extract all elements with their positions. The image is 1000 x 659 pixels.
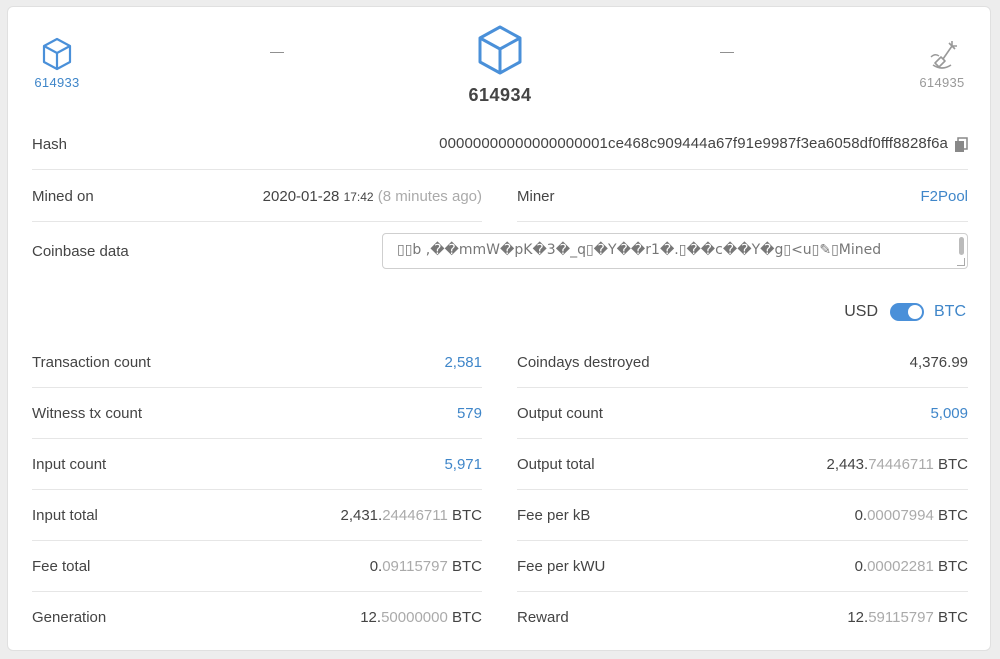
scrollbar[interactable] [959,237,964,255]
amount-unit: BTC [938,455,968,473]
stat-value: 0.09115797 BTC [370,558,482,575]
stat-row-coindays-destroyed: Coindays destroyed 4,376.99 [517,337,968,388]
amount-dec: 74446711 [868,455,934,473]
amount-dec: 09115797 [382,557,448,575]
amount-int: 0. [854,506,868,524]
stat-label: Reward [517,609,569,626]
mined-on-label: Mined on [32,187,94,205]
mined-on-value: 2020-01-28 17:42 (8 minutes ago) [263,188,482,205]
amount-int: 0. [369,557,383,575]
mining-shovel-icon [930,41,957,69]
amount-unit: BTC [938,506,968,524]
stat-label: Fee total [32,557,91,575]
amount-dec: 00002281 [867,557,934,575]
amount-unit: BTC [452,506,482,524]
amount-int: 0. [854,557,868,575]
amount-dec: 50000000 [381,609,448,626]
stat-label: Input total [32,506,98,524]
coinbase-text: ▯▯b ,��mmW�pK�3�_q▯�Y��r1�.▯��c��Y�g▯<u▯… [397,242,882,258]
stat-label: Witness tx count [32,404,143,422]
stat-row-output-total: Output total 2,443.74446711 BTC [517,439,968,490]
mined-ago: (8 minutes ago) [377,187,482,205]
amount-dec: 00007994 [867,506,934,524]
switch-knob [908,305,922,319]
stat-row-transaction-count: Transaction count 2,581 [32,337,482,388]
stat-value[interactable]: 5,009 [930,405,968,422]
current-block: 614934 [460,25,540,106]
stat-row-input-total: Input total 2,431.24446711 BTC [32,490,482,541]
miner-row: Miner F2Pool [517,171,968,222]
stat-label: Output total [517,455,595,473]
block-cube-icon [42,37,72,71]
hash-label: Hash [32,135,68,153]
coinbase-textarea[interactable]: ▯▯b ,��mmW�pK�3�_q▯�Y��r1�.▯��c��Y�g▯<u▯… [382,233,968,269]
amount-dec: 24446711 [382,506,448,524]
amount-int: 12. [847,609,869,626]
amount-unit: BTC [938,609,968,626]
stat-label: Transaction count [32,353,151,371]
stat-value: 0.00007994 BTC [855,507,968,524]
amount-unit: BTC [452,557,482,575]
stat-value[interactable]: 2,581 [444,354,482,371]
mined-on-row: Mined on 2020-01-28 17:42 (8 minutes ago… [32,171,482,222]
copy-icon[interactable] [954,136,968,153]
block-details-card: 614933 — 614934 — 614935 Hash 0000000000… [7,6,991,651]
stat-row-fee-per-kwu: Fee per kWU 0.00002281 BTC [517,541,968,592]
hash-text: 00000000000000000001ce468c909444a67f91e9… [439,135,948,153]
stat-row-fee-per-kb: Fee per kB 0.00007994 BTC [517,490,968,541]
resize-handle[interactable] [957,258,965,266]
currency-usd-label[interactable]: USD [844,303,878,321]
stat-value: 2,431.24446711 BTC [340,507,482,524]
stat-row-fee-total: Fee total 0.09115797 BTC [32,541,482,592]
stat-value[interactable]: 579 [457,405,482,422]
currency-switch[interactable] [890,303,924,321]
stat-label: Generation [32,609,107,626]
stat-row-input-count: Input count 5,971 [32,439,482,490]
next-block-number: 614935 [919,75,965,90]
stat-value: 2,443.74446711 BTC [826,456,968,473]
stat-label: Output count [517,404,603,422]
amount-unit: BTC [938,557,968,575]
stat-label: Fee per kWU [517,557,606,575]
amount-dec: 59115797 [868,609,934,626]
stat-label: Fee per kB [517,506,591,524]
mined-time: 17:42 [343,189,374,204]
stat-row-output-count: Output count 5,009 [517,388,968,439]
miner-label: Miner [517,187,555,205]
amount-int: 2,443. [826,455,869,473]
block-cube-icon [478,25,522,75]
stat-label: Coindays destroyed [517,353,650,371]
hash-value: 00000000000000000001ce468c909444a67f91e9… [439,135,968,152]
coinbase-label: Coinbase data [32,242,129,260]
stat-value[interactable]: 5,971 [444,456,482,473]
hash-row: Hash 00000000000000000001ce468c909444a67… [32,119,968,170]
stat-row-reward: Reward 12.59115797 BTC [517,592,968,643]
coinbase-row: Coinbase data ▯▯b ,��mmW�pK�3�_q▯�Y��r1�… [32,225,968,277]
amount-int: 2,431. [340,506,383,524]
amount-int: 12. [360,609,382,626]
miner-link[interactable]: F2Pool [920,188,968,205]
stat-row-generation: Generation 12.50000000 BTC [32,592,482,643]
stat-value: 4,376.99 [909,353,968,371]
current-block-number: 614934 [468,85,532,105]
stat-value: 0.00002281 BTC [855,558,968,575]
stat-label: Input count [32,455,107,473]
currency-toggle: USD BTC [844,303,966,321]
currency-btc-label[interactable]: BTC [934,303,966,321]
amount-unit: BTC [452,609,482,626]
next-block-pending: 614935 [914,37,970,90]
nav-separator: — [720,43,734,59]
mined-date: 2020-01-28 [262,187,340,205]
stat-row-witness-tx-count: Witness tx count 579 [32,388,482,439]
prev-block-number[interactable]: 614933 [32,75,82,90]
prev-block-link[interactable]: 614933 [32,37,82,90]
block-navigation: 614933 — 614934 — 614935 [8,7,990,127]
nav-separator: — [270,43,284,59]
stat-value: 12.50000000 BTC [360,609,482,626]
stat-value: 12.59115797 BTC [847,609,968,626]
